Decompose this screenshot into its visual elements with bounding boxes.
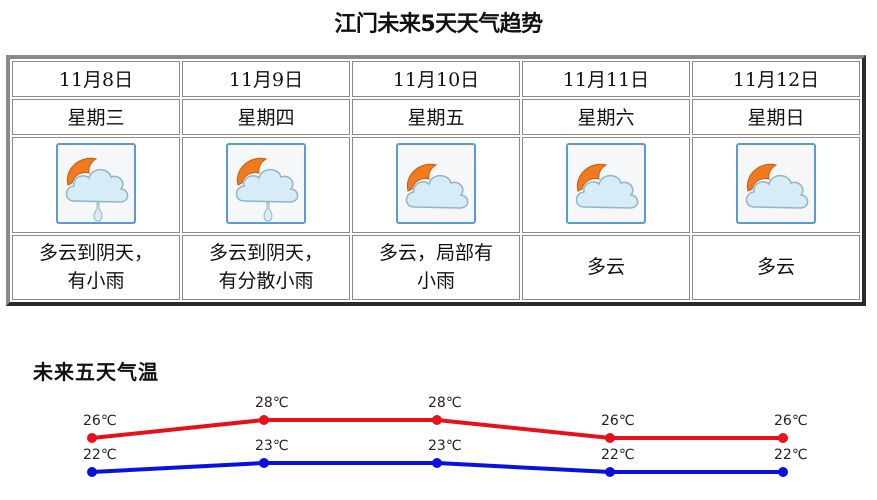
icon-row: [12, 137, 860, 233]
description-cell: 多云，局部有 小雨: [352, 234, 520, 300]
partly-cloudy-icon: [566, 142, 646, 224]
forecast-table: 11月8日 11月9日 11月10日 11月11日 11月12日 星期三 星期四…: [6, 55, 866, 306]
temperature-chart: 26℃ 28℃ 28℃ 26℃ 26℃ 22℃ 23℃ 23℃ 22℃ 22℃: [83, 395, 808, 477]
high-temperature-label: 26℃: [601, 413, 635, 429]
description-cell: 多云到阴天， 有分散小雨: [182, 234, 350, 300]
icon-cell: [522, 137, 690, 233]
description-cell: 多云到阴天， 有小雨: [12, 234, 180, 300]
date-cell: 11月8日: [12, 61, 180, 97]
low-temperature-point: [778, 467, 788, 477]
icon-cell: [352, 137, 520, 233]
low-temperature-label: 22℃: [601, 447, 635, 463]
high-temperature-point: [778, 433, 788, 443]
description-row: 多云到阴天， 有小雨 多云到阴天， 有分散小雨 多云，局部有 小雨 多云 多云: [12, 234, 860, 300]
high-temperature-label: 28℃: [255, 395, 289, 411]
low-temperature-point: [432, 458, 442, 468]
high-temperature-point: [605, 433, 615, 443]
description-line: 多云: [586, 256, 625, 279]
weekday-row: 星期三 星期四 星期五 星期六 星期日: [12, 98, 860, 136]
date-cell: 11月11日: [522, 61, 690, 97]
description-line: 有分散小雨: [218, 270, 314, 293]
low-temperature-point: [259, 458, 269, 468]
low-temperature-point: [605, 467, 615, 477]
description-line: 多云到阴天，: [38, 242, 153, 265]
partly-cloudy-rain-icon: [56, 142, 136, 224]
date-row: 11月8日 11月9日 11月10日 11月11日 11月12日: [12, 61, 860, 97]
description-line: 多云，局部有: [378, 242, 493, 265]
high-temperature-label: 26℃: [774, 413, 808, 429]
low-temperature-label: 23℃: [255, 438, 289, 454]
low-temperature-label: 22℃: [83, 447, 117, 463]
description-line: 小雨: [416, 270, 455, 293]
date-cell: 11月9日: [182, 61, 350, 97]
weekday-cell: 星期三: [12, 98, 180, 136]
date-cell: 11月10日: [352, 61, 520, 97]
date-cell: 11月12日: [692, 61, 860, 97]
icon-cell: [12, 137, 180, 233]
weekday-cell: 星期日: [692, 98, 860, 136]
description-cell: 多云: [522, 234, 690, 300]
partly-cloudy-icon: [736, 142, 816, 224]
weekday-cell: 星期四: [182, 98, 350, 136]
icon-cell: [692, 137, 860, 233]
page-title: 江门未来5天天气趋势: [334, 12, 543, 37]
low-temperature-point: [87, 467, 97, 477]
high-temperature-point: [87, 433, 97, 443]
low-temperature-label: 23℃: [428, 438, 462, 454]
weekday-cell: 星期六: [522, 98, 690, 136]
high-temperature-label: 26℃: [83, 413, 117, 429]
description-line: 多云到阴天，: [208, 242, 323, 265]
high-temperature-point: [432, 415, 442, 425]
description-line: 多云: [756, 256, 795, 279]
description-cell: 多云: [692, 234, 860, 300]
partly-cloudy-icon: [396, 142, 476, 224]
description-line: 有小雨: [67, 270, 125, 293]
high-temperature-point: [259, 415, 269, 425]
high-temperature-label: 28℃: [428, 395, 462, 411]
weekday-cell: 星期五: [352, 98, 520, 136]
partly-cloudy-rain-icon: [226, 142, 306, 224]
low-temperature-label: 22℃: [774, 447, 808, 463]
icon-cell: [182, 137, 350, 233]
